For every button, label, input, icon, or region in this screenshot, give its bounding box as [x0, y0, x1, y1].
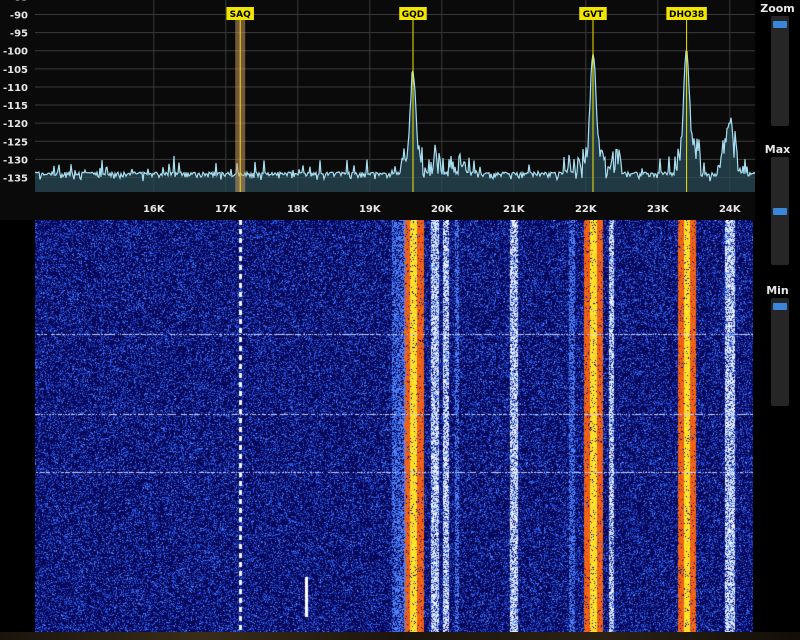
- x-tick-label: 18K: [287, 204, 310, 215]
- y-tick-label: -100: [3, 47, 28, 58]
- sdr-receiver-app: SAQ GQD GVT DHO38 -85 -90 -95 -100 -105 -110 -115 -…: [0, 0, 800, 640]
- y-tick-label: -120: [3, 119, 28, 130]
- x-tick-label: 24K: [719, 204, 742, 215]
- marker-label: GQD: [402, 10, 425, 20]
- control-panel: Zoom Max Min: [755, 0, 800, 632]
- min-slider[interactable]: [771, 298, 789, 406]
- waterfall-display: [35, 220, 753, 632]
- y-tick-label: -125: [3, 137, 28, 148]
- y-tick-label: -105: [3, 65, 28, 76]
- max-slider-thumb[interactable]: [773, 207, 787, 215]
- zoom-slider-thumb[interactable]: [773, 21, 787, 29]
- x-tick-label: 22K: [575, 204, 598, 215]
- zoom-slider[interactable]: [771, 16, 789, 126]
- x-tick-label: 23K: [647, 204, 670, 215]
- y-tick-label: -90: [10, 10, 28, 21]
- max-slider[interactable]: [771, 157, 789, 265]
- x-tick-label: 19K: [359, 204, 382, 215]
- marker-label: GVT: [583, 10, 604, 20]
- zoom-label: Zoom: [760, 2, 795, 15]
- y-tick-label: -85: [10, 0, 28, 3]
- waterfall-left-margin: [0, 220, 35, 640]
- min-label: Min: [766, 284, 789, 297]
- x-tick-label: 17K: [215, 204, 238, 215]
- bottom-edge: [0, 632, 800, 640]
- marker-label: SAQ: [230, 10, 251, 20]
- y-tick-label: -130: [3, 155, 28, 166]
- spectrum-panel[interactable]: SAQ GQD GVT DHO38 -85 -90 -95 -100 -105 -110 -115 -…: [0, 0, 755, 220]
- y-tick-label: -110: [3, 83, 28, 94]
- spectrum-plot: SAQ GQD GVT DHO38 -85 -90 -95 -100 -105 -110 -115 -…: [3, 0, 755, 215]
- x-tick-label: 16K: [143, 204, 166, 215]
- marker-label: DHO38: [669, 10, 704, 20]
- y-tick-label: -95: [10, 29, 28, 40]
- x-tick-label: 21K: [503, 204, 526, 215]
- min-slider-thumb[interactable]: [773, 303, 787, 311]
- x-tick-label: 20K: [431, 204, 454, 215]
- y-tick-label: -115: [3, 101, 28, 112]
- y-tick-label: -135: [3, 174, 28, 185]
- waterfall-panel[interactable]: [35, 220, 753, 632]
- spectrum-trace: [34, 50, 755, 182]
- spectrum-fill: [35, 51, 755, 193]
- max-label: Max: [764, 143, 791, 156]
